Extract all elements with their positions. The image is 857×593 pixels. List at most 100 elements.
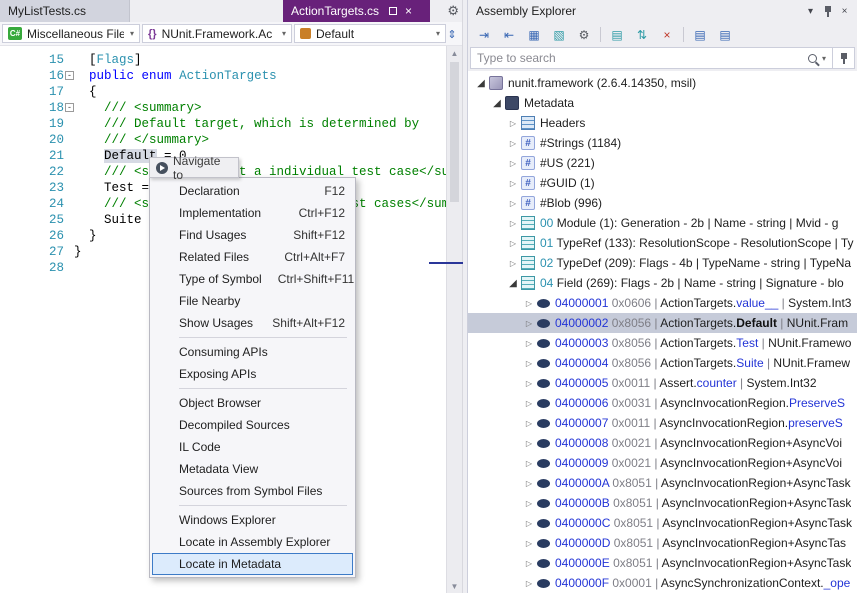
tree-node-metadata[interactable]: ◢Metadata xyxy=(468,93,857,113)
tree-node-04000005[interactable]: ▷04000005 0x0011 | Assert.counter | Syst… xyxy=(468,373,857,393)
code-line-20[interactable]: 20 /// </summary> xyxy=(0,132,446,148)
tab-actiontargets[interactable]: ActionTargets.cs × xyxy=(283,0,430,22)
tree-node-04000003[interactable]: ▷04000003 0x8056 | ActionTargets.Test | … xyxy=(468,333,857,353)
expand-arrow-icon[interactable]: ▷ xyxy=(522,439,536,448)
pdb-document-icon[interactable]: ▤ xyxy=(716,26,734,44)
gear-icon[interactable]: ⚙ xyxy=(447,0,459,22)
tab-mylisttests[interactable]: MyListTests.cs xyxy=(0,0,130,22)
tree-node-01[interactable]: ▷01 TypeRef (133): ResolutionScope - Res… xyxy=(468,233,857,253)
menu-item-object-browser[interactable]: Object Browser xyxy=(150,392,355,414)
expand-arrow-icon[interactable]: ▷ xyxy=(522,579,536,588)
menu-item-declaration[interactable]: DeclarationF12 xyxy=(150,180,355,202)
menu-item-il-code[interactable]: IL Code xyxy=(150,436,355,458)
type-dropdown[interactable]: {} NUnit.Framework.Ac ▾ xyxy=(142,24,292,43)
keep-open-icon[interactable] xyxy=(389,7,397,15)
expand-arrow-icon[interactable]: ▷ xyxy=(522,299,536,308)
expand-arrow-icon[interactable]: ▷ xyxy=(506,119,520,128)
expand-arrow-icon[interactable]: ▷ xyxy=(522,399,536,408)
tree-node-04000001[interactable]: ▷04000001 0x0606 | ActionTargets.value__… xyxy=(468,293,857,313)
search-chevron-down-icon[interactable]: ▾ xyxy=(822,54,826,63)
collapse-arrow-icon[interactable]: ◢ xyxy=(490,98,504,109)
code-line-16[interactable]: 16- public enum ActionTargets xyxy=(0,68,446,84)
remove-assembly-icon[interactable]: × xyxy=(658,26,676,44)
scrollbar-thumb[interactable] xyxy=(450,62,459,202)
scroll-down-icon[interactable]: ▼ xyxy=(447,579,462,593)
reload-symbols-icon[interactable]: ⇅ xyxy=(633,26,651,44)
tree-node-00[interactable]: ▷00 Module (1): Generation - 2b | Name -… xyxy=(468,213,857,233)
expand-arrow-icon[interactable]: ▷ xyxy=(522,499,536,508)
expand-arrow-icon[interactable]: ▷ xyxy=(522,539,536,548)
locate-in-tree-icon[interactable]: ⇤ xyxy=(500,26,518,44)
open-assembly-icon[interactable]: ⇥ xyxy=(475,26,493,44)
expand-arrow-icon[interactable]: ▷ xyxy=(506,239,520,248)
search-pin-icon[interactable] xyxy=(832,48,854,68)
generate-pdb-icon[interactable]: ▤ xyxy=(691,26,709,44)
expand-arrow-icon[interactable]: ▷ xyxy=(506,139,520,148)
project-dropdown[interactable]: C# Miscellaneous Files ▾ xyxy=(2,24,140,43)
menu-item-find-usages[interactable]: Find UsagesShift+F12 xyxy=(150,224,355,246)
tree-node-04000004[interactable]: ▷04000004 0x8056 | ActionTargets.Suite |… xyxy=(468,353,857,373)
tree-node-nunit-framework-2-6-4-14350-msil[interactable]: ◢nunit.framework (2.6.4.14350, msil) xyxy=(468,73,857,93)
goto-metadata-entry-icon[interactable]: ▧ xyxy=(550,26,568,44)
menu-item-related-files[interactable]: Related FilesCtrl+Alt+F7 xyxy=(150,246,355,268)
tree-node-04000006[interactable]: ▷04000006 0x0031 | AsyncInvocationRegion… xyxy=(468,393,857,413)
code-line-17[interactable]: 17 { xyxy=(0,84,446,100)
menu-item-decompiled-sources[interactable]: Decompiled Sources xyxy=(150,414,355,436)
menu-item-locate-in-metadata[interactable]: Locate in Metadata xyxy=(152,553,353,575)
collapse-arrow-icon[interactable]: ◢ xyxy=(474,78,488,89)
member-dropdown[interactable]: Default ▾ xyxy=(294,24,446,43)
editor-scrollbar[interactable]: ▲ ▼ xyxy=(446,46,462,593)
search-input[interactable] xyxy=(471,51,808,65)
window-position-icon[interactable]: ▾ xyxy=(802,3,819,20)
expand-arrow-icon[interactable]: ▷ xyxy=(522,419,536,428)
tree-node-0400000f[interactable]: ▷0400000F 0x0001 | AsyncSynchronizationC… xyxy=(468,573,857,593)
expand-arrow-icon[interactable]: ▷ xyxy=(506,199,520,208)
menu-item-implementation[interactable]: ImplementationCtrl+F12 xyxy=(150,202,355,224)
expand-arrow-icon[interactable]: ▷ xyxy=(522,519,536,528)
tree-node-04000008[interactable]: ▷04000008 0x0021 | AsyncInvocationRegion… xyxy=(468,433,857,453)
tree-node-headers[interactable]: ▷Headers xyxy=(468,113,857,133)
menu-item-exposing-apis[interactable]: Exposing APIs xyxy=(150,363,355,385)
expand-arrow-icon[interactable]: ▷ xyxy=(522,559,536,568)
code-line-15[interactable]: 15 [Flags] xyxy=(0,52,446,68)
tree-node-blob-996[interactable]: ▷##Blob (996) xyxy=(468,193,857,213)
expand-arrow-icon[interactable]: ▷ xyxy=(506,159,520,168)
menu-item-locate-in-assembly-explorer[interactable]: Locate in Assembly Explorer xyxy=(150,531,355,553)
tree-node-0400000e[interactable]: ▷0400000E 0x8051 | AsyncInvocationRegion… xyxy=(468,553,857,573)
scroll-up-icon[interactable]: ▲ xyxy=(447,46,462,60)
tree-node-strings-1184[interactable]: ▷##Strings (1184) xyxy=(468,133,857,153)
tree-node-04000007[interactable]: ▷04000007 0x0011 | AsyncInvocationRegion… xyxy=(468,413,857,433)
expand-arrow-icon[interactable]: ▷ xyxy=(522,459,536,468)
expand-arrow-icon[interactable]: ▷ xyxy=(506,179,520,188)
tree-node-0400000c[interactable]: ▷0400000C 0x8051 | AsyncInvocationRegion… xyxy=(468,513,857,533)
tree-node-04[interactable]: ◢04 Field (269): Flags - 2b | Name - str… xyxy=(468,273,857,293)
menu-item-metadata-view[interactable]: Metadata View xyxy=(150,458,355,480)
fold-box[interactable]: - xyxy=(65,71,74,80)
expand-arrow-icon[interactable]: ▷ xyxy=(506,219,520,228)
menu-item-type-of-symbol[interactable]: Type of SymbolCtrl+Shift+F11 xyxy=(150,268,355,290)
split-editor-icon[interactable]: ⇕ xyxy=(445,26,459,42)
expand-arrow-icon[interactable]: ▷ xyxy=(522,379,536,388)
menu-item-sources-from-symbol-files[interactable]: Sources from Symbol Files xyxy=(150,480,355,502)
code-line-19[interactable]: 19 /// Default target, which is determin… xyxy=(0,116,446,132)
tree-node-0400000b[interactable]: ▷0400000B 0x8051 | AsyncInvocationRegion… xyxy=(468,493,857,513)
menu-item-consuming-apis[interactable]: Consuming APIs xyxy=(150,341,355,363)
show-metadata-table-icon[interactable]: ▦ xyxy=(525,26,543,44)
expand-arrow-icon[interactable]: ▷ xyxy=(522,319,536,328)
close-tab-icon[interactable]: × xyxy=(405,5,412,17)
expand-arrow-icon[interactable]: ▷ xyxy=(506,259,520,268)
tree-node-0400000d[interactable]: ▷0400000D 0x8051 | AsyncInvocationRegion… xyxy=(468,533,857,553)
expand-arrow-icon[interactable]: ▷ xyxy=(522,359,536,368)
tree-node-0400000a[interactable]: ▷0400000A 0x8051 | AsyncInvocationRegion… xyxy=(468,473,857,493)
close-panel-icon[interactable]: × xyxy=(836,3,853,20)
tree-node-04000002[interactable]: ▷04000002 0x8056 | ActionTargets.Default… xyxy=(468,313,857,333)
explorer-options-gear-icon[interactable]: ⚙ xyxy=(575,26,593,44)
tree-node-02[interactable]: ▷02 TypeDef (209): Flags - 4b | TypeName… xyxy=(468,253,857,273)
tree-node-guid-1[interactable]: ▷##GUID (1) xyxy=(468,173,857,193)
collapse-arrow-icon[interactable]: ◢ xyxy=(506,278,520,289)
tree-node-04000009[interactable]: ▷04000009 0x0021 | AsyncInvocationRegion… xyxy=(468,453,857,473)
expand-arrow-icon[interactable]: ▷ xyxy=(522,339,536,348)
fold-collapse-icon[interactable]: - xyxy=(64,68,74,84)
menu-item-show-usages[interactable]: Show UsagesShift+Alt+F12 xyxy=(150,312,355,334)
expand-arrow-icon[interactable]: ▷ xyxy=(522,479,536,488)
